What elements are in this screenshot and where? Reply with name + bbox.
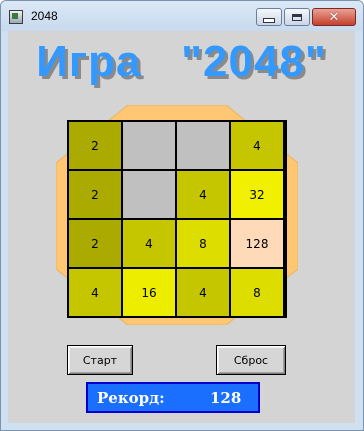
board-tile: 16 <box>123 269 175 316</box>
game-area: Игра "2048" 2 4 2 4 32 2 4 8 128 4 16 4 8 Старт Сбро… <box>8 31 355 423</box>
board-tile <box>177 122 229 169</box>
record-label: Рекорд: <box>97 388 165 407</box>
window-controls: ✕ <box>254 8 356 28</box>
board-tile: 4 <box>231 122 283 169</box>
title-bar[interactable]: 2048 ✕ <box>1 1 363 31</box>
maximize-icon <box>292 13 302 21</box>
app-window: 2048 ✕ Игра "2048" 2 4 2 4 32 2 4 8 128 4 16 4 8 Ста… <box>0 0 364 431</box>
board-tile: 4 <box>177 269 229 316</box>
board-tile <box>123 171 175 218</box>
start-button[interactable]: Старт <box>67 345 133 375</box>
maximize-button[interactable] <box>284 8 310 26</box>
game-board: 2 4 2 4 32 2 4 8 128 4 16 4 8 <box>67 120 287 318</box>
board-tile: 4 <box>123 220 175 267</box>
app-icon[interactable] <box>9 10 23 24</box>
board-tile: 8 <box>231 269 283 316</box>
close-button[interactable]: ✕ <box>312 8 356 26</box>
minimize-icon <box>263 17 275 23</box>
board-tile <box>123 122 175 169</box>
game-title: Игра "2048" <box>36 37 327 86</box>
window-title: 2048 <box>31 9 58 23</box>
board-tile: 4 <box>69 269 121 316</box>
record-panel: Рекорд: 128 <box>86 382 260 413</box>
record-value: 128 <box>210 388 242 407</box>
minimize-button[interactable] <box>256 8 282 26</box>
reset-button[interactable]: Сброс <box>216 345 286 375</box>
board-tile: 4 <box>177 171 229 218</box>
board-tile: 128 <box>231 220 283 267</box>
board-tile: 2 <box>69 171 121 218</box>
board-tile: 2 <box>69 122 121 169</box>
board-tile: 8 <box>177 220 229 267</box>
board-tile: 2 <box>69 220 121 267</box>
board-tile: 32 <box>231 171 283 218</box>
close-icon: ✕ <box>328 9 340 25</box>
